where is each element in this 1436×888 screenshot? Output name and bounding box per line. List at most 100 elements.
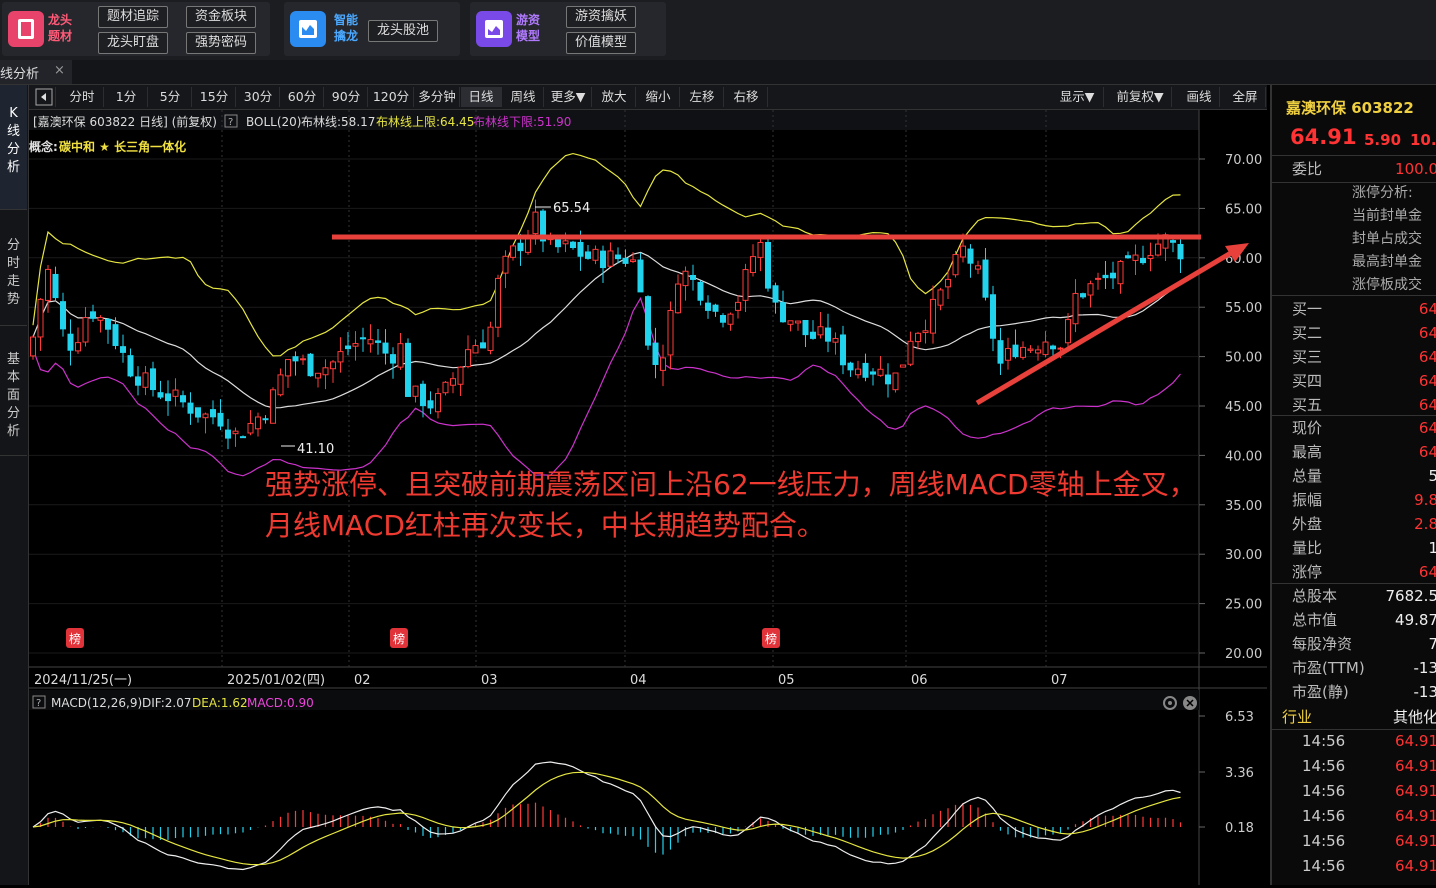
period-button[interactable]: 1分	[105, 87, 148, 107]
leader-watch-button[interactable]: 龙头盯盘	[98, 32, 168, 54]
dragon-theme-group: 龙头题材 题材追踪 资金板块 龙头盯盘 强势密码	[2, 2, 270, 56]
period-button[interactable]: 缩小	[637, 87, 680, 107]
play-icon[interactable]	[33, 87, 56, 107]
period-button[interactable]: 5分	[149, 87, 192, 107]
candle-body	[151, 369, 156, 390]
candle-body	[931, 299, 936, 333]
limit-analysis-row: 涨停板成交	[1272, 273, 1436, 297]
candle-body	[421, 384, 426, 405]
bid-row: 买一64	[1272, 297, 1436, 321]
topic-tracking-button[interactable]: 题材追踪	[98, 6, 168, 28]
period-button[interactable]: 右移	[725, 87, 768, 107]
macd-question-icon[interactable]: ?	[36, 698, 41, 709]
tick-time: 14:56	[1302, 804, 1345, 828]
period-button[interactable]: 日线	[461, 87, 502, 107]
candle-body	[848, 363, 853, 370]
boll-upper: 布林线上限:64.45	[376, 115, 474, 129]
candle-body	[31, 337, 36, 356]
fundamental-value: 49.87	[1395, 608, 1436, 632]
tick-time: 14:56	[1302, 854, 1345, 878]
fund-sector-button[interactable]: 资金板块	[186, 6, 256, 28]
fullscreen-button[interactable]: 全屏	[1225, 87, 1266, 107]
display-menu[interactable]: 显示▼	[1051, 87, 1104, 107]
limit-analysis-row: 最高封单金	[1272, 250, 1436, 274]
date-tick-label: 07	[1051, 673, 1068, 688]
sidebar-item-fundamental[interactable]: 基本面分析	[0, 325, 27, 456]
candle-body	[98, 318, 103, 321]
candle-body	[961, 246, 966, 257]
sidebar-item-label: 分时走势	[7, 237, 21, 309]
strength-code-button[interactable]: 强势密码	[186, 32, 256, 54]
limit-analysis-label: 最高封单金	[1352, 250, 1422, 274]
period-button[interactable]: 周线	[503, 87, 544, 107]
candle-body	[413, 386, 418, 396]
kline-chart[interactable]: [嘉澳环保 603822 日线] (前复权) ? BOLL(20) 布林线:58…	[29, 110, 1267, 885]
period-button[interactable]: 多分钟	[415, 87, 460, 107]
close-icon[interactable]: ×	[54, 63, 65, 78]
price-tick-label: 65.00	[1225, 202, 1262, 217]
kline-svg[interactable]: [嘉澳环保 603822 日线] (前复权) ? BOLL(20) 布林线:58…	[29, 110, 1267, 885]
draw-line-button[interactable]: 画线	[1179, 87, 1220, 107]
candle-body	[323, 368, 328, 375]
period-button[interactable]: 30分	[237, 87, 280, 107]
fundamental-label: 总市值	[1292, 608, 1337, 632]
candle-body	[1141, 258, 1146, 262]
stat-row: 振幅9.8	[1272, 488, 1436, 512]
candle-body	[653, 343, 658, 364]
leader-pool-button[interactable]: 龙头股池	[368, 20, 438, 42]
fundamental-label: 市盈(静)	[1292, 680, 1349, 704]
candle-body	[241, 437, 246, 438]
period-button[interactable]: 放大	[593, 87, 636, 107]
candle-body	[398, 344, 403, 367]
candle-body	[676, 284, 681, 313]
tick-time: 14:56	[1302, 779, 1345, 803]
date-tick-label: 04	[630, 673, 647, 688]
candle-body	[338, 352, 343, 362]
smart-capture-logo-icon	[290, 11, 326, 47]
limit-analysis-label: 涨停分析:	[1352, 181, 1413, 205]
industry-row[interactable]: 行业 其他化	[1272, 705, 1436, 729]
bid-price: 64	[1419, 297, 1436, 321]
tab-kline-analysis[interactable]: 线分析 ×	[0, 60, 72, 84]
candle-body	[706, 303, 711, 310]
sidebar-item-timeshare[interactable]: 分时走势	[0, 209, 27, 326]
value-model-button[interactable]: 价值模型	[566, 32, 636, 54]
candle-body	[1021, 347, 1026, 357]
stock-name: 嘉澳环保 603822	[1286, 97, 1414, 118]
period-button[interactable]: 左移	[681, 87, 724, 107]
candle-body	[481, 343, 486, 348]
candle-body	[1126, 256, 1131, 258]
candle-body	[496, 278, 501, 327]
limit-analysis-row: 封单占成交	[1272, 227, 1436, 251]
limit-analysis-label: 封单占成交	[1352, 227, 1422, 251]
candle-body	[68, 334, 73, 350]
candle-body	[901, 365, 906, 367]
limit-analysis-row: 当前封单金	[1272, 204, 1436, 228]
limit-analysis-label: 当前封单金	[1352, 204, 1422, 228]
bid-row: 买五64	[1272, 393, 1436, 417]
candle-body	[113, 325, 118, 346]
period-button[interactable]: 更多▼	[545, 87, 592, 107]
bid-label: 买四	[1292, 369, 1322, 393]
period-button[interactable]: 分时	[61, 87, 104, 107]
date-tick-label: 05	[778, 673, 795, 688]
close-panel-icon[interactable]	[1183, 696, 1197, 710]
candle-body	[458, 367, 463, 384]
support-trend-arrow[interactable]	[977, 247, 1241, 403]
period-button[interactable]: 90分	[325, 87, 368, 107]
info-question-icon[interactable]: ?	[228, 117, 233, 128]
candle-body	[473, 346, 478, 353]
adjust-menu[interactable]: 前复权▼	[1109, 87, 1172, 107]
period-button[interactable]: 15分	[193, 87, 236, 107]
bid-price: 64	[1419, 321, 1436, 345]
period-button[interactable]: 120分	[369, 87, 414, 107]
sidebar-item-kline[interactable]: K线分析	[0, 85, 27, 210]
candle-body	[608, 251, 613, 266]
candle-body	[46, 269, 51, 300]
candle-body	[758, 242, 763, 257]
hot-money-demon-button[interactable]: 游资擒妖	[566, 6, 636, 28]
period-button[interactable]: 60分	[281, 87, 324, 107]
candle-body	[863, 363, 868, 377]
quote-panel: 嘉澳环保 603822 64.91 5.90 10.0 委比 100.0 涨停分…	[1270, 85, 1436, 885]
candle-body	[788, 321, 793, 325]
